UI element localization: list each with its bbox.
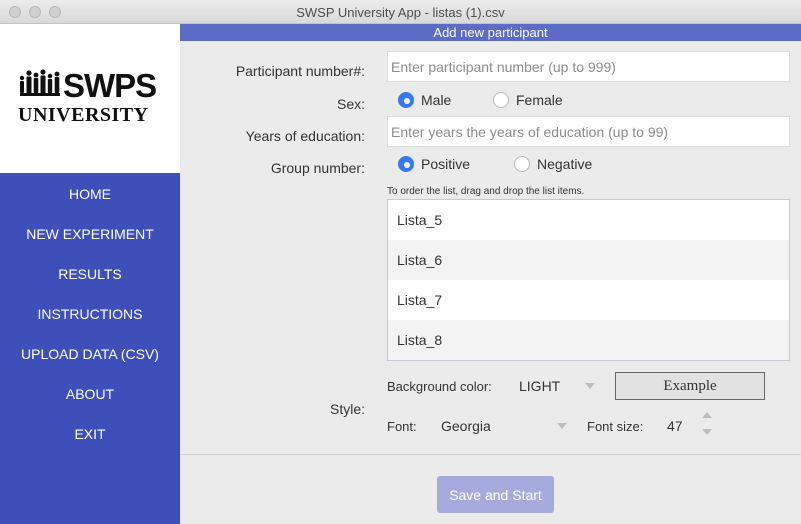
style-label: Style:: [329, 401, 365, 417]
stepper-up-icon[interactable]: [702, 412, 712, 418]
background-color-value: LIGHT: [519, 378, 561, 394]
education-label: Years of education:: [245, 128, 365, 144]
chevron-down-icon: [585, 383, 595, 389]
sex-male-radio[interactable]: Male: [398, 92, 451, 108]
sex-label: Sex:: [336, 96, 365, 112]
list-item[interactable]: Lista_5: [388, 200, 789, 240]
window-title: SWSP University App - listas (1).csv: [296, 5, 505, 20]
font-size-value: 47: [667, 418, 683, 434]
list-item[interactable]: Lista_6: [388, 240, 789, 280]
nav-new-experiment[interactable]: NEW EXPERIMENT: [0, 226, 180, 242]
radio-selected-icon: [398, 156, 414, 172]
font-select[interactable]: Georgia: [441, 418, 571, 434]
background-color-select[interactable]: LIGHT: [519, 378, 597, 394]
nav-results[interactable]: RESULTS: [0, 266, 180, 282]
participant-number-label: Participant number#:: [235, 63, 365, 79]
font-label: Font:: [387, 419, 417, 434]
group-negative-label: Negative: [537, 156, 593, 172]
chevron-down-icon: [557, 423, 567, 429]
logo-swps-text: SWPS: [63, 67, 157, 104]
font-size-stepper[interactable]: 47: [667, 412, 717, 435]
style-example-preview: Example: [615, 372, 765, 400]
group-positive-label: Positive: [421, 156, 471, 172]
list-hint: To order the list, drag and drop the lis…: [387, 186, 585, 197]
radio-unselected-icon: [493, 92, 509, 108]
sex-female-radio[interactable]: Female: [493, 92, 563, 108]
sex-male-label: Male: [421, 92, 452, 108]
form-header: Add new participant: [180, 24, 801, 41]
save-and-start-button[interactable]: Save and Start: [437, 476, 554, 513]
education-input[interactable]: [387, 116, 790, 147]
main-panel: Add new participant Participant number#:…: [180, 24, 801, 524]
window-titlebar: SWSP University App - listas (1).csv: [0, 0, 801, 24]
nav-instructions[interactable]: INSTRUCTIONS: [0, 306, 180, 322]
nav-exit[interactable]: EXIT: [0, 426, 180, 442]
nav-about[interactable]: ABOUT: [0, 386, 180, 402]
font-size-label: Font size:: [587, 419, 644, 434]
logo-university-text: UNIVERSITY: [18, 104, 149, 126]
group-negative-radio[interactable]: Negative: [514, 156, 592, 172]
radio-selected-icon: [398, 92, 414, 108]
font-value: Georgia: [441, 418, 491, 434]
group-positive-radio[interactable]: Positive: [398, 156, 470, 172]
people-silhouette-icon: [19, 69, 60, 96]
sex-female-label: Female: [516, 92, 563, 108]
sidebar-logo: SWPS UNIVERSITY: [0, 24, 180, 173]
sortable-list[interactable]: Lista_5 Lista_6 Lista_7 Lista_8: [387, 199, 790, 361]
list-item[interactable]: Lista_8: [388, 320, 789, 360]
divider: [180, 454, 801, 455]
stepper-down-icon[interactable]: [702, 429, 712, 435]
participant-number-input[interactable]: [387, 51, 790, 82]
group-label: Group number:: [270, 160, 365, 176]
sidebar-nav: HOME NEW EXPERIMENT RESULTS INSTRUCTIONS…: [0, 173, 180, 524]
nav-home[interactable]: HOME: [0, 186, 180, 202]
nav-upload-data[interactable]: UPLOAD DATA (CSV): [0, 346, 180, 362]
radio-unselected-icon: [514, 156, 530, 172]
background-color-label: Background color:: [387, 379, 492, 394]
list-item[interactable]: Lista_7: [388, 280, 789, 320]
